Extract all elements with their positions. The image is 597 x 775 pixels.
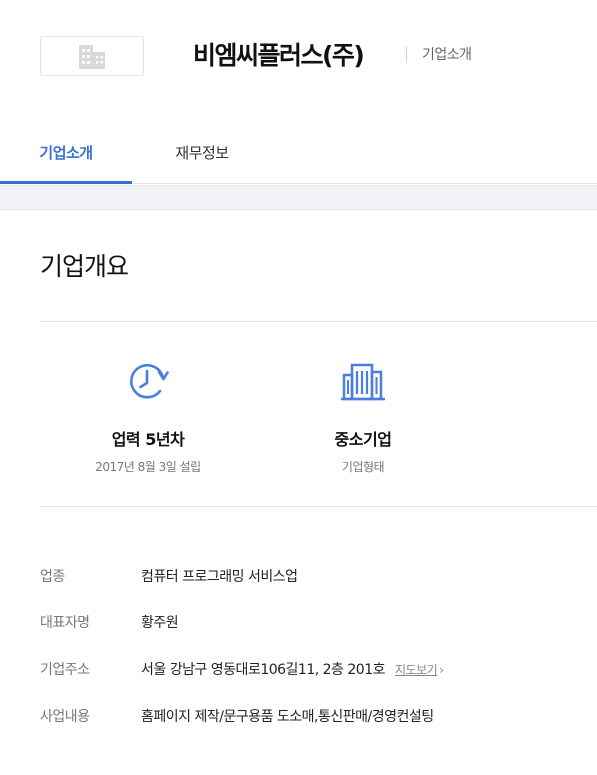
office-building-icon bbox=[341, 363, 385, 401]
tab-financial-info[interactable]: 재무정보 bbox=[132, 124, 272, 184]
detail-value: 홈페이지 제작/문구용품 도소매,통신판매/경영컨설팅 bbox=[141, 709, 434, 725]
clock-history-icon bbox=[130, 363, 169, 399]
tab-bar: 기업소개 재무정보 bbox=[0, 124, 597, 184]
detail-row-business: 사업내용 홈페이지 제작/문구용품 도소매,통신판매/경영컨설팅 bbox=[40, 706, 597, 728]
detail-label: 기업주소 bbox=[40, 662, 90, 678]
stat-value: 중소기업 bbox=[334, 430, 392, 449]
stat-label: 기업형태 bbox=[341, 460, 385, 474]
detail-label: 업종 bbox=[40, 569, 65, 585]
detail-value-wrap: 서울 강남구 영동대로106길11, 2층 201호 지도보기 › bbox=[141, 659, 444, 681]
company-name: 비엠씨플러스(주) bbox=[193, 41, 365, 70]
company-header: 비엠씨플러스(주) 기업소개 bbox=[0, 0, 597, 114]
detail-label: 사업내용 bbox=[40, 709, 90, 725]
detail-value: 컴퓨터 프로그래밍 서비스업 bbox=[141, 569, 298, 585]
header-divider bbox=[406, 47, 407, 63]
detail-row-address: 기업주소 서울 강남구 영동대로106길11, 2층 201호 지도보기 › bbox=[40, 659, 597, 681]
divider-bottom bbox=[40, 506, 597, 507]
view-map-link[interactable]: 지도보기 bbox=[395, 663, 438, 677]
company-logo bbox=[40, 36, 144, 76]
divider-top bbox=[40, 321, 597, 322]
building-placeholder-icon bbox=[79, 45, 105, 69]
stat-label: 2017년 8월 3일 설립 bbox=[95, 460, 201, 474]
tab-company-intro[interactable]: 기업소개 bbox=[0, 124, 132, 184]
active-tab-indicator bbox=[0, 181, 132, 184]
detail-row-industry: 업종 컴퓨터 프로그래밍 서비스업 bbox=[40, 566, 597, 588]
detail-label: 대표자명 bbox=[40, 615, 90, 631]
detail-value: 서울 강남구 영동대로106길11, 2층 201호 bbox=[141, 662, 385, 678]
header-subtitle: 기업소개 bbox=[422, 47, 472, 63]
detail-row-ceo: 대표자명 황주원 bbox=[40, 612, 597, 634]
stat-value: 업력 5년차 bbox=[111, 430, 185, 449]
detail-value: 황주원 bbox=[141, 615, 179, 631]
chevron-right-icon: › bbox=[439, 663, 444, 677]
section-separator bbox=[0, 185, 597, 210]
section-title: 기업개요 bbox=[40, 252, 129, 281]
